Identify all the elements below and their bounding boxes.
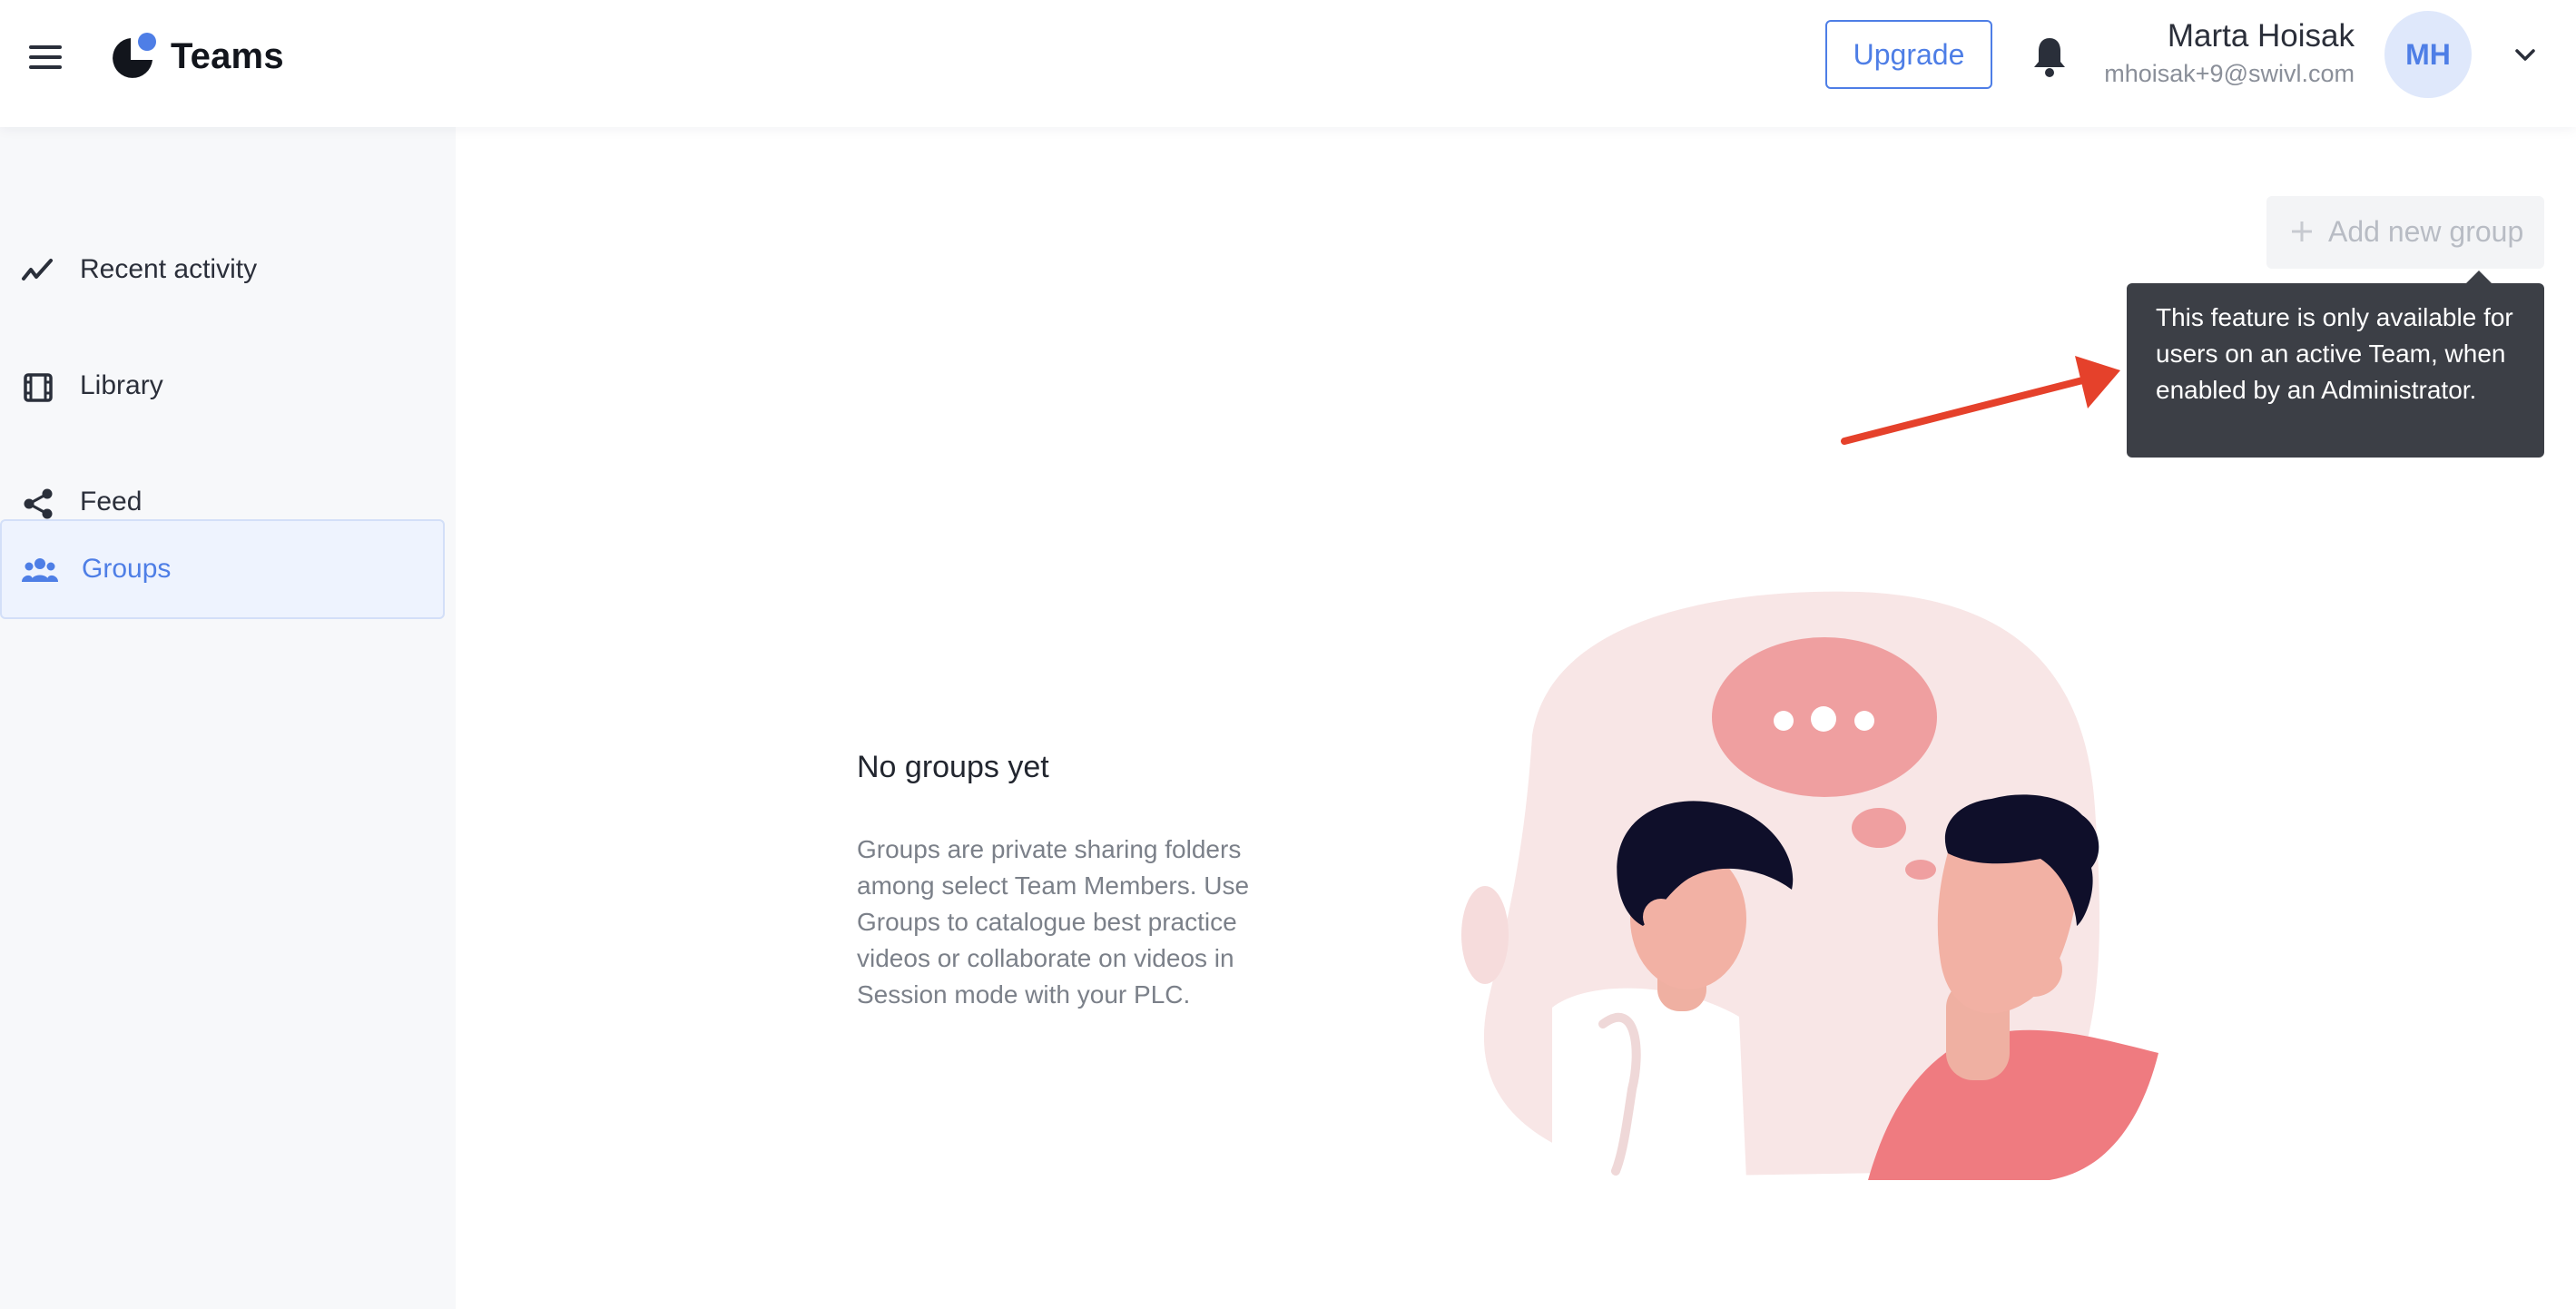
user-name: Marta Hoisak bbox=[2167, 18, 2355, 54]
plus-icon bbox=[2292, 221, 2312, 241]
activity-icon bbox=[22, 259, 53, 280]
sidebar-item-label: Library bbox=[80, 370, 163, 400]
add-group-label: Add new group bbox=[2328, 215, 2524, 248]
sidebar: Recent activity Library Feed Groups bbox=[0, 127, 456, 1309]
sidebar-item-recent-activity[interactable]: Recent activity bbox=[0, 221, 445, 321]
user-email: mhoisak+9@swivl.com bbox=[2104, 60, 2355, 87]
app-title: Teams bbox=[171, 36, 284, 76]
upgrade-button[interactable]: Upgrade bbox=[1825, 20, 1992, 89]
menu-icon[interactable] bbox=[27, 42, 67, 74]
empty-state-title: No groups yet bbox=[857, 750, 1049, 784]
sidebar-item-groups[interactable]: Groups bbox=[0, 519, 445, 619]
users-icon bbox=[22, 558, 58, 582]
sidebar-item-label: Feed bbox=[80, 487, 143, 517]
sidebar-item-library[interactable]: Library bbox=[0, 338, 445, 438]
sidebar-item-label: Recent activity bbox=[80, 254, 258, 284]
annotation-arrow bbox=[1841, 356, 2120, 445]
top-bar: Teams Upgrade Marta Hoisak mhoisak+9@swi… bbox=[0, 0, 2576, 127]
chevron-down-icon[interactable] bbox=[2511, 40, 2540, 69]
empty-state-description: Groups are private sharing folders among… bbox=[857, 835, 1250, 1009]
people-chatting-illustration bbox=[1461, 591, 2158, 1180]
teams-logo bbox=[113, 33, 156, 78]
avatar[interactable]: MH bbox=[2384, 11, 2472, 98]
bell-icon[interactable] bbox=[2030, 34, 2070, 78]
add-group-button[interactable]: Add new group bbox=[2266, 196, 2544, 269]
sidebar-item-label: Groups bbox=[82, 554, 172, 584]
share-icon bbox=[24, 488, 53, 519]
feature-tooltip: This feature is only available for users… bbox=[2127, 271, 2544, 458]
film-icon bbox=[24, 373, 53, 402]
